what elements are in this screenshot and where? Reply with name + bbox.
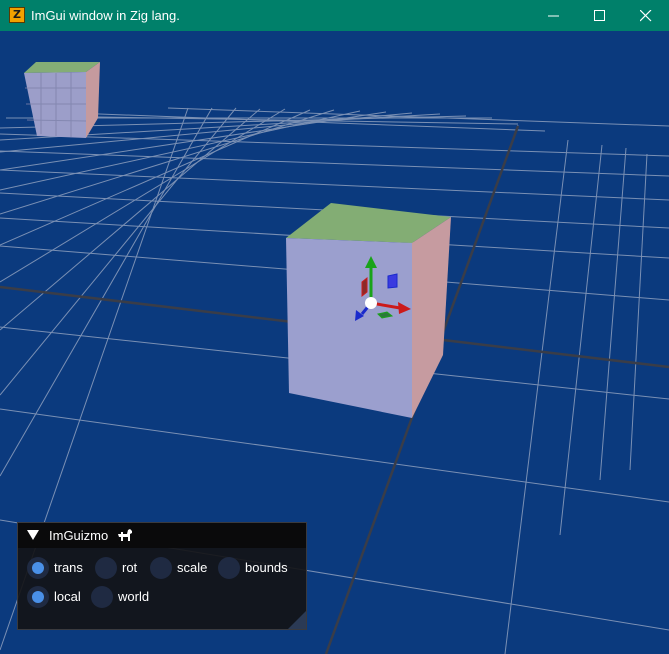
cube-selected[interactable] — [286, 203, 451, 418]
panel-title: ImGuizmo — [49, 528, 109, 543]
radio-scale-indicator[interactable] — [150, 557, 172, 579]
radio-local-indicator[interactable] — [27, 586, 49, 608]
radio-bounds-indicator[interactable] — [218, 557, 240, 579]
gizmo-center — [365, 297, 377, 309]
radio-rot-indicator[interactable] — [95, 557, 117, 579]
gizmo-plane-xy — [387, 273, 398, 289]
radio-trans-label: trans — [54, 560, 83, 575]
radio-world-label: world — [118, 589, 150, 604]
collapse-triangle-icon[interactable] — [27, 530, 39, 540]
panel-resize-grip[interactable] — [288, 611, 306, 629]
zig-app-icon: Z — [9, 7, 25, 23]
maximize-icon — [594, 10, 605, 21]
close-button[interactable] — [623, 0, 669, 31]
maximize-button[interactable] — [577, 0, 623, 31]
panel-header[interactable]: ImGuizmo — [18, 523, 306, 548]
cube-far[interactable] — [24, 62, 100, 138]
radio-world-indicator[interactable] — [91, 586, 113, 608]
radio-trans-indicator[interactable] — [27, 557, 49, 579]
dog-icon — [118, 529, 132, 541]
scene-viewport[interactable]: ImGuizmo trans rot scale bounds local wo… — [0, 31, 669, 654]
radio-bounds-label: bounds — [245, 560, 288, 575]
imguizmo-panel[interactable]: ImGuizmo trans rot scale bounds local wo… — [17, 522, 307, 630]
radio-rot-label: rot — [122, 560, 138, 575]
window-titlebar[interactable]: Z ImGui window in Zig lang. — [0, 0, 669, 31]
minimize-icon — [548, 15, 559, 17]
radio-local-label: local — [54, 589, 81, 604]
minimize-button[interactable] — [531, 0, 577, 31]
close-icon — [640, 10, 652, 22]
radio-scale-label: scale — [177, 560, 208, 575]
window-title: ImGui window in Zig lang. — [31, 8, 180, 23]
